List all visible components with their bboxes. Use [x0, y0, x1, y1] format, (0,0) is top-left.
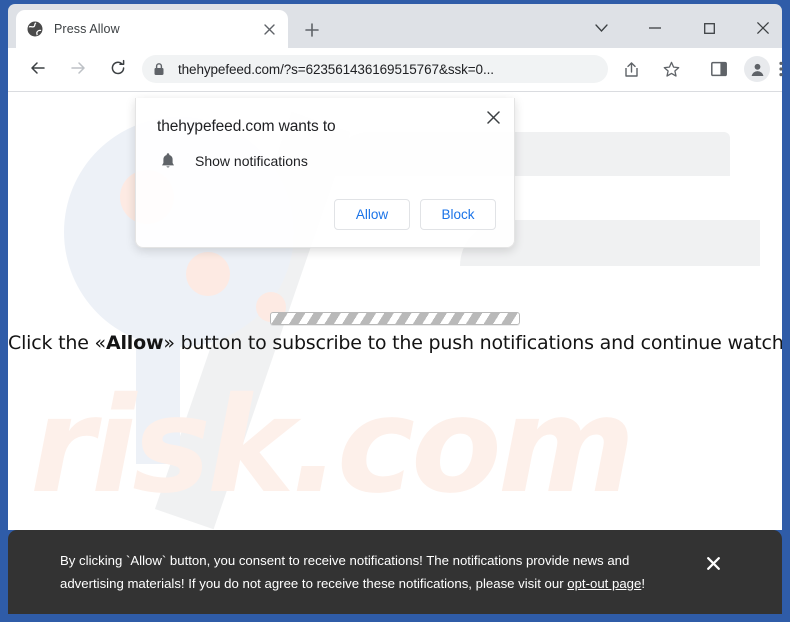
- instruction-allow-word: Allow: [105, 332, 164, 354]
- block-button[interactable]: Block: [420, 199, 496, 230]
- star-icon[interactable]: [656, 54, 686, 84]
- browser-tab[interactable]: Press Allow: [16, 10, 288, 48]
- profile-avatar-icon[interactable]: [742, 54, 772, 84]
- tab-search-chevron-down-icon[interactable]: [578, 8, 624, 48]
- address-bar[interactable]: thehypefeed.com/?s=623561436169515767&ss…: [142, 55, 608, 83]
- side-panel-icon[interactable]: [704, 54, 734, 84]
- consent-banner-close-icon[interactable]: [702, 552, 724, 574]
- new-tab-button[interactable]: [298, 16, 326, 44]
- allow-button[interactable]: Allow: [334, 199, 410, 230]
- instruction-text: Click the «Allow» button to subscribe to…: [8, 332, 782, 354]
- back-button[interactable]: [22, 52, 54, 84]
- dialog-title: thehypefeed.com wants to: [157, 118, 336, 135]
- dialog-close-icon[interactable]: [480, 104, 506, 130]
- url-text[interactable]: thehypefeed.com/?s=623561436169515767&ss…: [178, 62, 608, 77]
- tab-close-icon[interactable]: [260, 20, 278, 38]
- avatar: [744, 56, 770, 82]
- browser-window: Press Allow thehypefeed.com/?s=623561436…: [0, 0, 790, 622]
- opt-out-page-link[interactable]: opt-out page: [567, 576, 641, 591]
- window-maximize-button[interactable]: [686, 8, 732, 48]
- instruction-after: » button to subscribe to the push notifi…: [163, 332, 782, 354]
- window-close-button[interactable]: [740, 8, 786, 48]
- reload-button[interactable]: [102, 52, 134, 84]
- globe-icon: [26, 21, 43, 38]
- three-dot-menu-icon[interactable]: [772, 54, 790, 84]
- watermark-text: risk.com: [30, 369, 635, 523]
- consent-banner: By clicking `Allow` button, you consent …: [8, 530, 782, 614]
- window-minimize-button[interactable]: [632, 8, 678, 48]
- watermark-dot: [186, 252, 230, 296]
- tab-title: Press Allow: [54, 22, 120, 36]
- consent-text-part2: !: [641, 576, 645, 591]
- permission-label: Show notifications: [195, 153, 308, 169]
- permission-row: Show notifications: [157, 150, 308, 172]
- bell-icon: [157, 150, 179, 172]
- instruction-before: Click the «: [8, 332, 106, 354]
- dialog-actions: Allow Block: [334, 199, 496, 230]
- lock-icon[interactable]: [146, 56, 172, 82]
- loading-progress-bar: [270, 312, 520, 325]
- tab-strip: Press Allow: [8, 4, 782, 48]
- share-icon[interactable]: [616, 54, 646, 84]
- forward-button[interactable]: [62, 52, 94, 84]
- browser-toolbar: thehypefeed.com/?s=623561436169515767&ss…: [8, 48, 783, 92]
- consent-text-part1: By clicking `Allow` button, you consent …: [60, 553, 630, 591]
- notification-permission-dialog: thehypefeed.com wants to Show notificati…: [135, 98, 515, 248]
- consent-text: By clicking `Allow` button, you consent …: [60, 549, 690, 595]
